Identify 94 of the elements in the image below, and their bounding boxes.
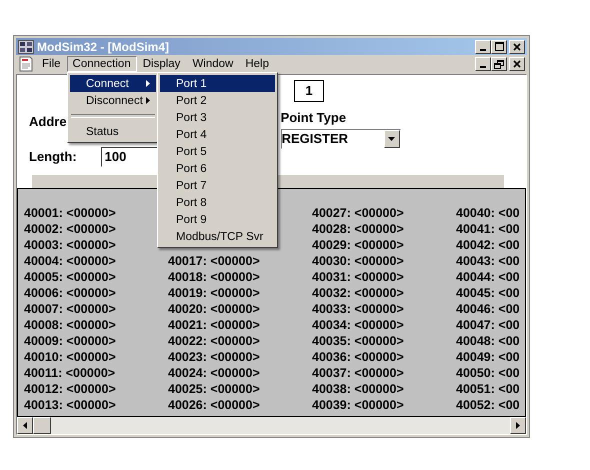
menu-item[interactable]: Disconnect — [70, 92, 156, 109]
register-value: 40037: <00000> — [312, 365, 405, 381]
app-icon — [18, 40, 34, 54]
close-button[interactable] — [509, 57, 525, 71]
register-value: 40036: <00000> — [312, 349, 405, 365]
register-value: 40041: <00 — [456, 221, 520, 237]
register-value: 40001: <00000> — [24, 205, 117, 221]
maximize-icon — [494, 42, 504, 51]
document-icon[interactable] — [18, 56, 34, 72]
scroll-right-icon — [516, 422, 520, 429]
submenu-arrow-icon — [146, 97, 150, 104]
register-value: 40047: <00 — [456, 317, 520, 333]
point-type-label: Point Type — [280, 110, 348, 125]
register-value: 40012: <00000> — [24, 381, 117, 397]
menu-item[interactable]: File — [36, 56, 67, 72]
submenu-arrow-icon — [146, 80, 150, 87]
register-value: 40026: <00000> — [168, 397, 261, 413]
register-value: 40020: <00000> — [168, 301, 261, 317]
register-value: 40013: <00000> — [24, 397, 117, 413]
point-type-dropdown[interactable]: REGISTER — [280, 128, 401, 149]
minimize-icon — [480, 66, 486, 68]
register-value: 40006: <00000> — [24, 285, 117, 301]
minimize-button[interactable] — [475, 40, 491, 54]
register-value: 40025: <00000> — [168, 381, 261, 397]
register-value: 40024: <00000> — [168, 365, 261, 381]
maximize-button[interactable] — [491, 40, 507, 54]
menu-item[interactable]: Port 7 — [160, 177, 275, 194]
register-value: 40038: <00000> — [312, 381, 405, 397]
menu-item[interactable]: Port 6 — [160, 160, 275, 177]
minimize-icon — [480, 48, 486, 50]
menu-item[interactable]: Status — [70, 123, 156, 140]
menu-item[interactable]: Display — [136, 56, 186, 72]
register-value: 40017: <00000> — [168, 253, 261, 269]
scroll-left-icon — [23, 422, 27, 429]
address-label: Addre — [29, 112, 67, 131]
close-icon — [513, 60, 521, 68]
register-value: 40022: <00000> — [168, 333, 261, 349]
menu-item[interactable]: Port 4 — [160, 126, 275, 143]
menu-item[interactable]: Port 2 — [160, 92, 275, 109]
menu-item[interactable]: Modbus/TCP Svr — [160, 228, 275, 245]
menu-item[interactable]: Port 5 — [160, 143, 275, 160]
register-value: 40003: <00000> — [24, 237, 117, 253]
register-value: 40040: <00 — [456, 205, 520, 221]
length-label: Length: — [29, 149, 77, 164]
register-value: 40049: <00 — [456, 349, 520, 365]
menu-item[interactable]: Port 3 — [160, 109, 275, 126]
register-value: 40039: <00000> — [312, 397, 405, 413]
restore-button[interactable] — [491, 57, 507, 71]
register-value: 40051: <00 — [456, 381, 520, 397]
menu-item[interactable]: Connect — [70, 75, 156, 92]
register-value: 40010: <00000> — [24, 349, 117, 365]
register-value: 40030: <00000> — [312, 253, 405, 269]
register-value: 40004: <00000> — [24, 253, 117, 269]
restore-icon — [494, 60, 504, 68]
menu-item[interactable]: Port 9 — [160, 211, 275, 228]
register-value: 40046: <00 — [456, 301, 520, 317]
register-value: 40048: <00 — [456, 333, 520, 349]
register-value: 40050: <00 — [456, 365, 520, 381]
device-id-field[interactable]: 1 — [294, 80, 324, 102]
register-value: 40043: <00 — [456, 253, 520, 269]
register-value: 40029: <00000> — [312, 237, 405, 253]
scrollbar-thumb[interactable] — [33, 417, 51, 434]
register-value: 40033: <00000> — [312, 301, 405, 317]
register-value: 40045: <00 — [456, 285, 520, 301]
register-value: 40019: <00000> — [168, 285, 261, 301]
register-value: 40005: <00000> — [24, 269, 117, 285]
register-value: 40052: <00 — [456, 397, 520, 413]
register-value: 40035: <00000> — [312, 333, 405, 349]
register-value: 40031: <00000> — [312, 269, 405, 285]
minimize-button[interactable] — [475, 57, 491, 71]
register-value: 40034: <00000> — [312, 317, 405, 333]
horizontal-scrollbar[interactable] — [17, 417, 526, 434]
menu-item[interactable]: Port 1 — [160, 75, 275, 92]
register-value: 40028: <00000> — [312, 221, 405, 237]
register-value: 40032: <00000> — [312, 285, 405, 301]
register-value: 40044: <00 — [456, 269, 520, 285]
menu-item[interactable]: Help — [239, 56, 275, 72]
register-value: 40021: <00000> — [168, 317, 261, 333]
register-value: 40007: <00000> — [24, 301, 117, 317]
register-value: 40023: <00000> — [168, 349, 261, 365]
register-value: 40002: <00000> — [24, 221, 117, 237]
close-button[interactable] — [509, 40, 525, 54]
register-value: 40042: <00 — [456, 237, 520, 253]
register-value: 40011: <00000> — [24, 365, 116, 381]
register-value: 40018: <00000> — [168, 269, 261, 285]
register-value: 40027: <00000> — [312, 205, 405, 221]
register-value: 40008: <00000> — [24, 317, 117, 333]
register-value: 40009: <00000> — [24, 333, 117, 349]
window-title: ModSim32 - [ModSim4] — [37, 40, 170, 54]
close-icon — [513, 42, 521, 50]
menu-item[interactable]: Connection — [66, 56, 137, 72]
menu-item[interactable]: Port 8 — [160, 194, 275, 211]
menu-item[interactable]: Window — [186, 56, 240, 72]
dropdown-arrow-icon — [388, 136, 396, 141]
